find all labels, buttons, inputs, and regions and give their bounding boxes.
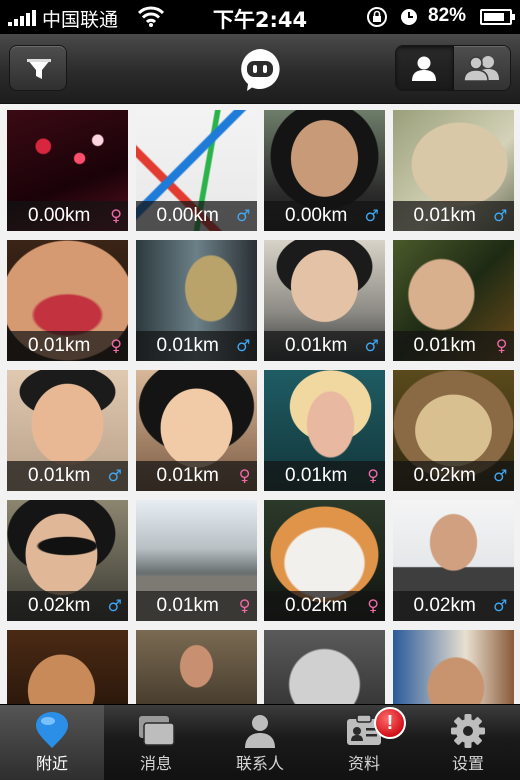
user-tile[interactable] <box>264 630 385 704</box>
female-icon: ♀ <box>110 336 122 355</box>
battery-percent: 82% <box>428 5 467 26</box>
battery-level-fill <box>484 13 504 21</box>
contacts-icon <box>245 715 275 748</box>
group-people-icon <box>462 56 499 82</box>
tab-label: 附近 <box>35 754 68 773</box>
user-tile[interactable]: 0.01km ♂ <box>7 370 128 491</box>
user-tile[interactable]: 0.00km ♂ <box>135 110 257 231</box>
male-icon: ♂ <box>493 596 508 615</box>
tab-label: 消息 <box>139 754 172 773</box>
view-mode-toggle <box>395 45 511 91</box>
tab-label: 资料 <box>347 754 380 773</box>
user-tile[interactable]: 0.01km ♀ <box>7 240 128 361</box>
group-view-button[interactable] <box>453 46 510 90</box>
user-tile[interactable]: 0.01km ♂ <box>392 110 514 231</box>
user-tile[interactable] <box>392 630 514 704</box>
user-tile[interactable]: 0.01km ♀ <box>392 240 514 361</box>
tab-nearby[interactable]: 附近 <box>0 705 104 780</box>
user-tile[interactable]: 0.02km ♂ <box>7 500 128 621</box>
user-tile[interactable]: 0.01km ♂ <box>135 240 257 361</box>
user-tile[interactable]: 0.02km ♂ <box>392 500 514 621</box>
tab-messages[interactable]: 消息 <box>104 705 208 780</box>
user-photo <box>135 630 257 704</box>
user-photo <box>392 630 514 704</box>
funnel-icon <box>27 59 51 79</box>
user-tile[interactable]: 0.01km ♂ <box>264 240 385 361</box>
rotation-lock-icon <box>367 7 387 27</box>
gear-icon <box>451 714 485 748</box>
tab-contacts[interactable]: 联系人 <box>208 705 312 780</box>
user-tile[interactable]: 0.01km ♀ <box>264 370 385 491</box>
male-icon: ♂ <box>493 466 508 485</box>
user-tile[interactable]: 0.01km ♀ <box>135 370 257 491</box>
male-icon: ♂ <box>493 206 508 225</box>
male-icon: ♂ <box>236 336 251 355</box>
male-icon: ♂ <box>107 466 122 485</box>
female-icon: ♀ <box>367 596 379 615</box>
male-icon: ♂ <box>364 336 379 355</box>
male-icon: ♂ <box>107 596 122 615</box>
female-icon: ♀ <box>238 466 251 485</box>
user-tile[interactable] <box>7 630 128 704</box>
clock-icon <box>401 9 417 25</box>
tab-label: 设置 <box>451 754 484 773</box>
filter-button[interactable] <box>9 45 67 91</box>
tab-settings[interactable]: 设置 <box>416 705 520 780</box>
male-icon: ♂ <box>364 206 379 225</box>
single-person-view-button[interactable] <box>396 46 454 90</box>
female-icon: ♀ <box>110 206 122 225</box>
female-icon: ♀ <box>495 336 508 355</box>
user-photo <box>264 630 385 704</box>
tab-profile[interactable]: ! 资料 <box>312 705 416 780</box>
chat-bubble-logo-icon <box>241 49 280 91</box>
tab-label: 联系人 <box>235 754 284 773</box>
user-photo <box>7 630 128 704</box>
user-tile[interactable]: 0.00km ♂ <box>264 110 385 231</box>
user-tile[interactable]: 0.02km ♀ <box>264 500 385 621</box>
user-tile[interactable]: 0.02km ♂ <box>392 370 514 491</box>
male-icon: ♂ <box>236 206 251 225</box>
user-tile[interactable]: 0.01km ♀ <box>135 500 257 621</box>
messages-icon <box>139 716 175 746</box>
battery-icon <box>480 9 515 25</box>
tab-bar: 附近 消息 联系人 ! 资料 设置 <box>0 704 520 780</box>
notification-badge: ! <box>374 707 406 739</box>
female-icon: ♀ <box>367 466 379 485</box>
location-pin-icon <box>36 712 68 748</box>
nav-bar <box>0 34 520 104</box>
female-icon: ♀ <box>238 596 251 615</box>
status-bar: 中国联通 下午2:44 82% <box>0 0 520 34</box>
nearby-users-grid: 0.00km ♀ 0.00km ♂ 0.00km ♂ 0.01km ♂ 0.01km ♀ 0.01k… <box>0 104 520 704</box>
app-screen: 中国联通 下午2:44 82% 0.00km ♀ 0.00km ♂ 0.00km… <box>0 0 520 780</box>
single-person-icon <box>412 56 437 81</box>
user-tile[interactable] <box>135 630 257 704</box>
user-tile[interactable]: 0.00km ♀ <box>7 110 128 231</box>
